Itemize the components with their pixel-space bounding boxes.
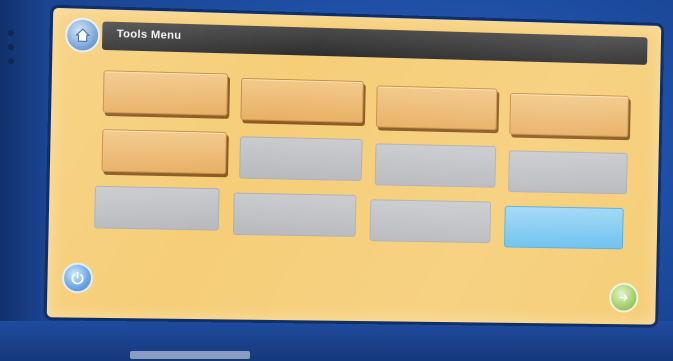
bezel-bottom <box>0 321 673 361</box>
tool-tile-12[interactable] <box>503 205 624 250</box>
tool-tile-4[interactable] <box>509 92 629 138</box>
bezel-indicator-dots <box>6 30 20 90</box>
tool-tile-10[interactable] <box>232 192 357 237</box>
tool-tile-8[interactable] <box>508 150 628 195</box>
status-footer <box>201 287 282 295</box>
tool-tile-2[interactable] <box>240 77 364 124</box>
next-button[interactable] <box>608 282 639 313</box>
power-button[interactable] <box>61 262 94 294</box>
title-bar: Tools Menu <box>101 21 648 65</box>
home-icon <box>74 27 91 44</box>
touch-screen: Tools Menu <box>43 4 665 328</box>
next-arrow-icon <box>617 291 631 305</box>
power-icon <box>70 271 85 285</box>
screen-frame: Tools Menu <box>43 4 665 328</box>
tool-tile-1[interactable] <box>102 70 229 116</box>
tool-tile-5[interactable] <box>101 129 227 175</box>
tool-tile-11[interactable] <box>369 199 492 244</box>
page-title: Tools Menu <box>116 27 182 42</box>
tool-tile-3[interactable] <box>375 85 498 131</box>
tool-tile-7[interactable] <box>374 143 497 188</box>
tool-grid <box>94 70 642 267</box>
tool-tile-9[interactable] <box>94 185 220 231</box>
home-button[interactable] <box>64 17 101 53</box>
bezel-label-plate <box>130 351 250 359</box>
tool-tile-6[interactable] <box>239 136 363 182</box>
